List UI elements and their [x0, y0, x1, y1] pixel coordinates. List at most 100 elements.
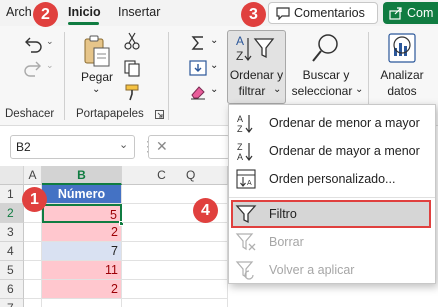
comments-button-label: Comentarios	[294, 6, 365, 20]
autosum-icon[interactable]	[190, 35, 206, 51]
cut-icon[interactable]	[124, 32, 140, 50]
svg-text:A: A	[237, 152, 243, 162]
menu-item-label: Orden personalizado...	[269, 172, 396, 186]
undo-dropdown-icon[interactable]: ⌄	[46, 36, 54, 47]
share-button[interactable]: Com	[383, 2, 438, 24]
column-header-a[interactable]: A	[24, 166, 42, 185]
row-header[interactable]: 1	[0, 185, 24, 204]
find-select-label-line1[interactable]: Buscar y	[290, 68, 362, 82]
menu-item-label: Volver a aplicar	[269, 263, 355, 277]
analyze-data-label-line1[interactable]: Analizar	[372, 68, 432, 82]
svg-text:Z: Z	[236, 49, 243, 63]
sort-filter-dropdown-icon: ⌄	[273, 84, 282, 95]
group-separator	[64, 32, 65, 120]
autosum-dropdown-icon[interactable]: ⌄	[210, 35, 218, 46]
cell-b6[interactable]: 2	[42, 280, 122, 299]
cell-c7[interactable]	[122, 299, 228, 307]
svg-text:A: A	[236, 34, 244, 48]
sort-filter-label-line1: Ordenar y	[229, 68, 284, 82]
annotation-badge-2: 2	[33, 2, 58, 27]
filter-icon	[235, 205, 257, 224]
name-box-value: B2	[16, 140, 31, 154]
paste-icon[interactable]	[82, 34, 112, 68]
custom-sort-icon: A	[236, 169, 256, 189]
formula-controls: ✕	[148, 135, 230, 159]
cell-b7[interactable]	[42, 299, 122, 307]
row-header[interactable]: 6	[0, 280, 24, 299]
select-all-corner[interactable]	[0, 166, 24, 185]
menu-item-clear[interactable]: Borrar	[229, 228, 435, 256]
comments-button[interactable]: Comentarios	[268, 2, 378, 24]
sort-filter-menu: A Z Ordenar de menor a mayor Z A Ordenar…	[228, 104, 436, 284]
find-select-dropdown-icon[interactable]: ⌄	[355, 84, 363, 95]
dialog-launcher-icon[interactable]	[155, 110, 164, 119]
svg-text:Z: Z	[237, 142, 243, 152]
fill-icon[interactable]	[189, 60, 207, 76]
column-header-b[interactable]: B	[42, 166, 122, 185]
row-header[interactable]: 4	[0, 242, 24, 261]
row-header[interactable]: 2	[0, 204, 24, 223]
clipboard-group-label: Portapapeles	[76, 108, 144, 120]
svg-text:A: A	[247, 180, 252, 187]
paste-label[interactable]: Pegar	[80, 70, 114, 84]
redo-dropdown-icon[interactable]: ⌄	[46, 60, 54, 71]
cell-c5[interactable]	[122, 261, 228, 280]
active-tab-indicator	[68, 22, 99, 25]
cell-a5[interactable]	[24, 261, 42, 280]
menu-item-filter[interactable]: Filtro	[231, 200, 431, 228]
fill-dropdown-icon[interactable]: ⌄	[210, 60, 218, 71]
cell-c6[interactable]	[122, 280, 228, 299]
cell-a3[interactable]	[24, 223, 42, 242]
find-select-label-line2[interactable]: seleccionar	[286, 84, 358, 98]
cell-a7[interactable]	[24, 299, 42, 307]
sort-filter-button[interactable]: A Z Ordenar y filtrar ⌄	[227, 30, 286, 104]
tab-inicio[interactable]: Inicio	[68, 5, 101, 19]
cancel-formula-icon[interactable]: ✕	[156, 138, 168, 155]
menu-separator	[229, 197, 435, 198]
cell-a6[interactable]	[24, 280, 42, 299]
name-box[interactable]: B2 ⌄	[10, 135, 135, 159]
cell-b5[interactable]: 11	[42, 261, 122, 280]
cell-c4[interactable]	[122, 242, 228, 261]
row-header[interactable]: 3	[0, 223, 24, 242]
undo-icon[interactable]	[22, 35, 44, 53]
ribbon-tab-bar: Arch Inicio Insertar Comentarios Com	[0, 0, 438, 26]
column-header-q[interactable]: Q	[172, 166, 228, 185]
search-icon[interactable]	[311, 32, 341, 64]
reapply-filter-icon	[235, 261, 254, 280]
clear-dropdown-icon[interactable]: ⌄	[210, 84, 218, 95]
menu-item-reapply[interactable]: Volver a aplicar	[229, 256, 435, 284]
cell-b2-selected[interactable]: 5	[42, 204, 122, 223]
annotation-badge-1: 1	[22, 187, 47, 212]
cell-a4[interactable]	[24, 242, 42, 261]
share-icon	[389, 6, 402, 20]
menu-item-custom-sort[interactable]: A Orden personalizado...	[229, 165, 435, 193]
menu-item-sort-ascending[interactable]: A Z Ordenar de menor a mayor	[229, 109, 435, 137]
analyze-data-icon[interactable]	[387, 32, 417, 64]
menu-item-label: Ordenar de menor a mayor	[269, 116, 420, 130]
menu-item-sort-descending[interactable]: Z A Ordenar de mayor a menor	[229, 137, 435, 165]
group-separator	[168, 32, 169, 120]
copy-icon[interactable]	[123, 59, 141, 77]
row-header[interactable]: 7	[0, 299, 24, 307]
cell-b3[interactable]: 2	[42, 223, 122, 242]
menu-item-label: Borrar	[269, 235, 304, 249]
row-header[interactable]: 5	[0, 261, 24, 280]
comment-icon	[276, 7, 290, 20]
format-painter-icon[interactable]	[123, 83, 141, 101]
sort-ascending-icon: A Z	[237, 114, 253, 134]
clear-icon[interactable]	[189, 84, 207, 100]
undo-group-label: Deshacer	[5, 108, 55, 120]
paste-dropdown-icon[interactable]: ⌄	[92, 84, 100, 95]
redo-icon[interactable]	[22, 59, 44, 77]
tab-archivo[interactable]: Arch	[6, 5, 32, 19]
svg-text:A: A	[237, 114, 243, 124]
analyze-data-label-line2[interactable]: datos	[372, 84, 432, 98]
tab-insertar[interactable]: Insertar	[118, 5, 160, 19]
share-button-label: Com	[407, 6, 434, 20]
cell-c3[interactable]	[122, 223, 228, 242]
cell-b1-header[interactable]: Número	[42, 185, 122, 204]
cell-b4[interactable]: 7	[42, 242, 122, 261]
sort-filter-icon: A Z	[236, 34, 275, 63]
name-box-dropdown-icon[interactable]: ⌄	[119, 138, 128, 151]
